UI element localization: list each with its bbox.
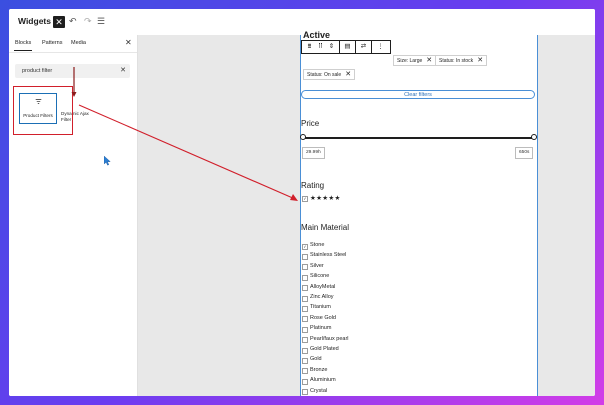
active-filter-chip: Size: Large ✕ <box>393 55 437 66</box>
material-checkbox[interactable] <box>302 347 308 354</box>
redo-icon[interactable]: ↷ <box>84 15 92 27</box>
section-title-partial: Active <box>303 30 331 40</box>
material-option-label: Platinum <box>310 325 332 332</box>
more-options-icon[interactable]: ⋮ <box>375 42 386 52</box>
mouse-cursor-icon <box>104 156 111 166</box>
block-inserter-panel: Blocks Patterns Media ✕ product filter ✕… <box>9 35 138 396</box>
inserter-tabs: Blocks Patterns Media ✕ <box>9 35 137 53</box>
material-option-label: AlloyMetal <box>310 283 336 290</box>
active-filter-chip: Status: On sale ✕ <box>303 69 356 80</box>
drag-handle-icon[interactable]: ⠿ <box>315 42 326 52</box>
price-title: Price <box>301 119 320 128</box>
tab-blocks[interactable]: Blocks <box>13 40 33 51</box>
align-icon[interactable]: ▤ <box>342 42 353 52</box>
material-option-label: Stone <box>310 242 325 248</box>
material-title: Main Material <box>301 223 350 232</box>
price-slider-min-handle[interactable] <box>300 134 306 140</box>
material-option-label: Aluminium <box>310 377 336 384</box>
remove-filter-icon[interactable]: ✕ <box>426 57 432 64</box>
top-toolbar: Widgets ✕ ↶ ↷ ☰ <box>9 9 595 36</box>
editor-canvas: Active ⩩ ⠿ ⇕ ▤ ⇄ ⋮ Size: Large ✕ Status: … <box>138 30 595 396</box>
material-checkbox[interactable] <box>302 274 308 281</box>
remove-filter-icon[interactable]: ✕ <box>477 57 483 64</box>
search-input[interactable]: product filter ✕ <box>15 64 130 78</box>
material-option-label: Gold <box>310 356 322 363</box>
list-view-icon[interactable]: ☰ <box>97 15 105 27</box>
material-option-label: Rose Gold <box>310 314 336 321</box>
price-slider-max-handle[interactable] <box>531 134 537 140</box>
material-checkbox[interactable] <box>302 264 308 271</box>
material-checkbox[interactable] <box>302 389 308 396</box>
editor-window: Widgets ✕ ↶ ↷ ☰ Blocks Patterns Media ✕ … <box>9 9 595 396</box>
filter-icon[interactable]: ⩩ <box>304 42 315 52</box>
page-title: Widgets <box>18 16 51 26</box>
material-option-label: Titanium <box>310 304 331 311</box>
material-checkbox[interactable] <box>302 295 308 302</box>
material-checkbox[interactable] <box>302 316 308 323</box>
star-rating-icon: ★★★★★ <box>310 195 341 202</box>
material-option-label: Pearl/faux pearl <box>310 335 349 342</box>
material-checkbox[interactable] <box>302 337 308 344</box>
annotation-highlight-box <box>13 86 73 135</box>
close-icon[interactable]: ✕ <box>125 38 132 47</box>
material-option-label: Zinc Alloy <box>310 294 334 300</box>
tab-patterns[interactable]: Patterns <box>42 40 62 46</box>
rating-checkbox[interactable]: ✓ <box>302 196 308 202</box>
material-option-label: Silver <box>310 262 324 269</box>
price-slider-track[interactable] <box>303 137 535 139</box>
material-checkbox[interactable]: ✓ <box>302 243 308 250</box>
search-value: product filter <box>22 68 53 74</box>
material-option-label: Bronze <box>310 366 328 373</box>
material-option-label: Silicone <box>310 273 330 280</box>
material-option-label: Crystal <box>310 387 328 394</box>
price-min-input[interactable]: 29.99h <box>302 147 325 159</box>
material-checkbox[interactable] <box>302 357 308 364</box>
tab-media[interactable]: Media <box>71 40 86 46</box>
close-icon[interactable]: ✕ <box>53 16 65 28</box>
clear-filters-button[interactable]: Clear filters <box>301 90 535 99</box>
price-max-input[interactable]: 650s <box>515 147 534 159</box>
material-checkbox[interactable] <box>302 368 308 375</box>
move-updown-icon[interactable]: ⇕ <box>326 42 337 52</box>
material-checkbox[interactable] <box>302 326 308 333</box>
transform-icon[interactable]: ⇄ <box>358 42 369 52</box>
material-checkbox[interactable] <box>302 253 308 260</box>
material-checkbox[interactable] <box>302 378 308 385</box>
clear-search-icon[interactable]: ✕ <box>120 66 126 74</box>
material-checkbox[interactable] <box>302 285 308 292</box>
filter-widget-block[interactable]: Active ⩩ ⠿ ⇕ ▤ ⇄ ⋮ Size: Large ✕ Status: … <box>300 30 538 396</box>
material-option-label: Gold Plated <box>310 346 339 352</box>
rating-title: Rating <box>301 181 325 190</box>
undo-icon[interactable]: ↶ <box>69 15 77 27</box>
remove-filter-icon[interactable]: ✕ <box>345 71 351 78</box>
block-toolbar: ⩩ ⠿ ⇕ ▤ ⇄ ⋮ <box>301 40 391 54</box>
material-checkbox[interactable] <box>302 305 308 312</box>
material-option-label: Stainless Steel <box>310 252 347 259</box>
active-filter-chip: Status: In stock ✕ <box>435 55 488 66</box>
